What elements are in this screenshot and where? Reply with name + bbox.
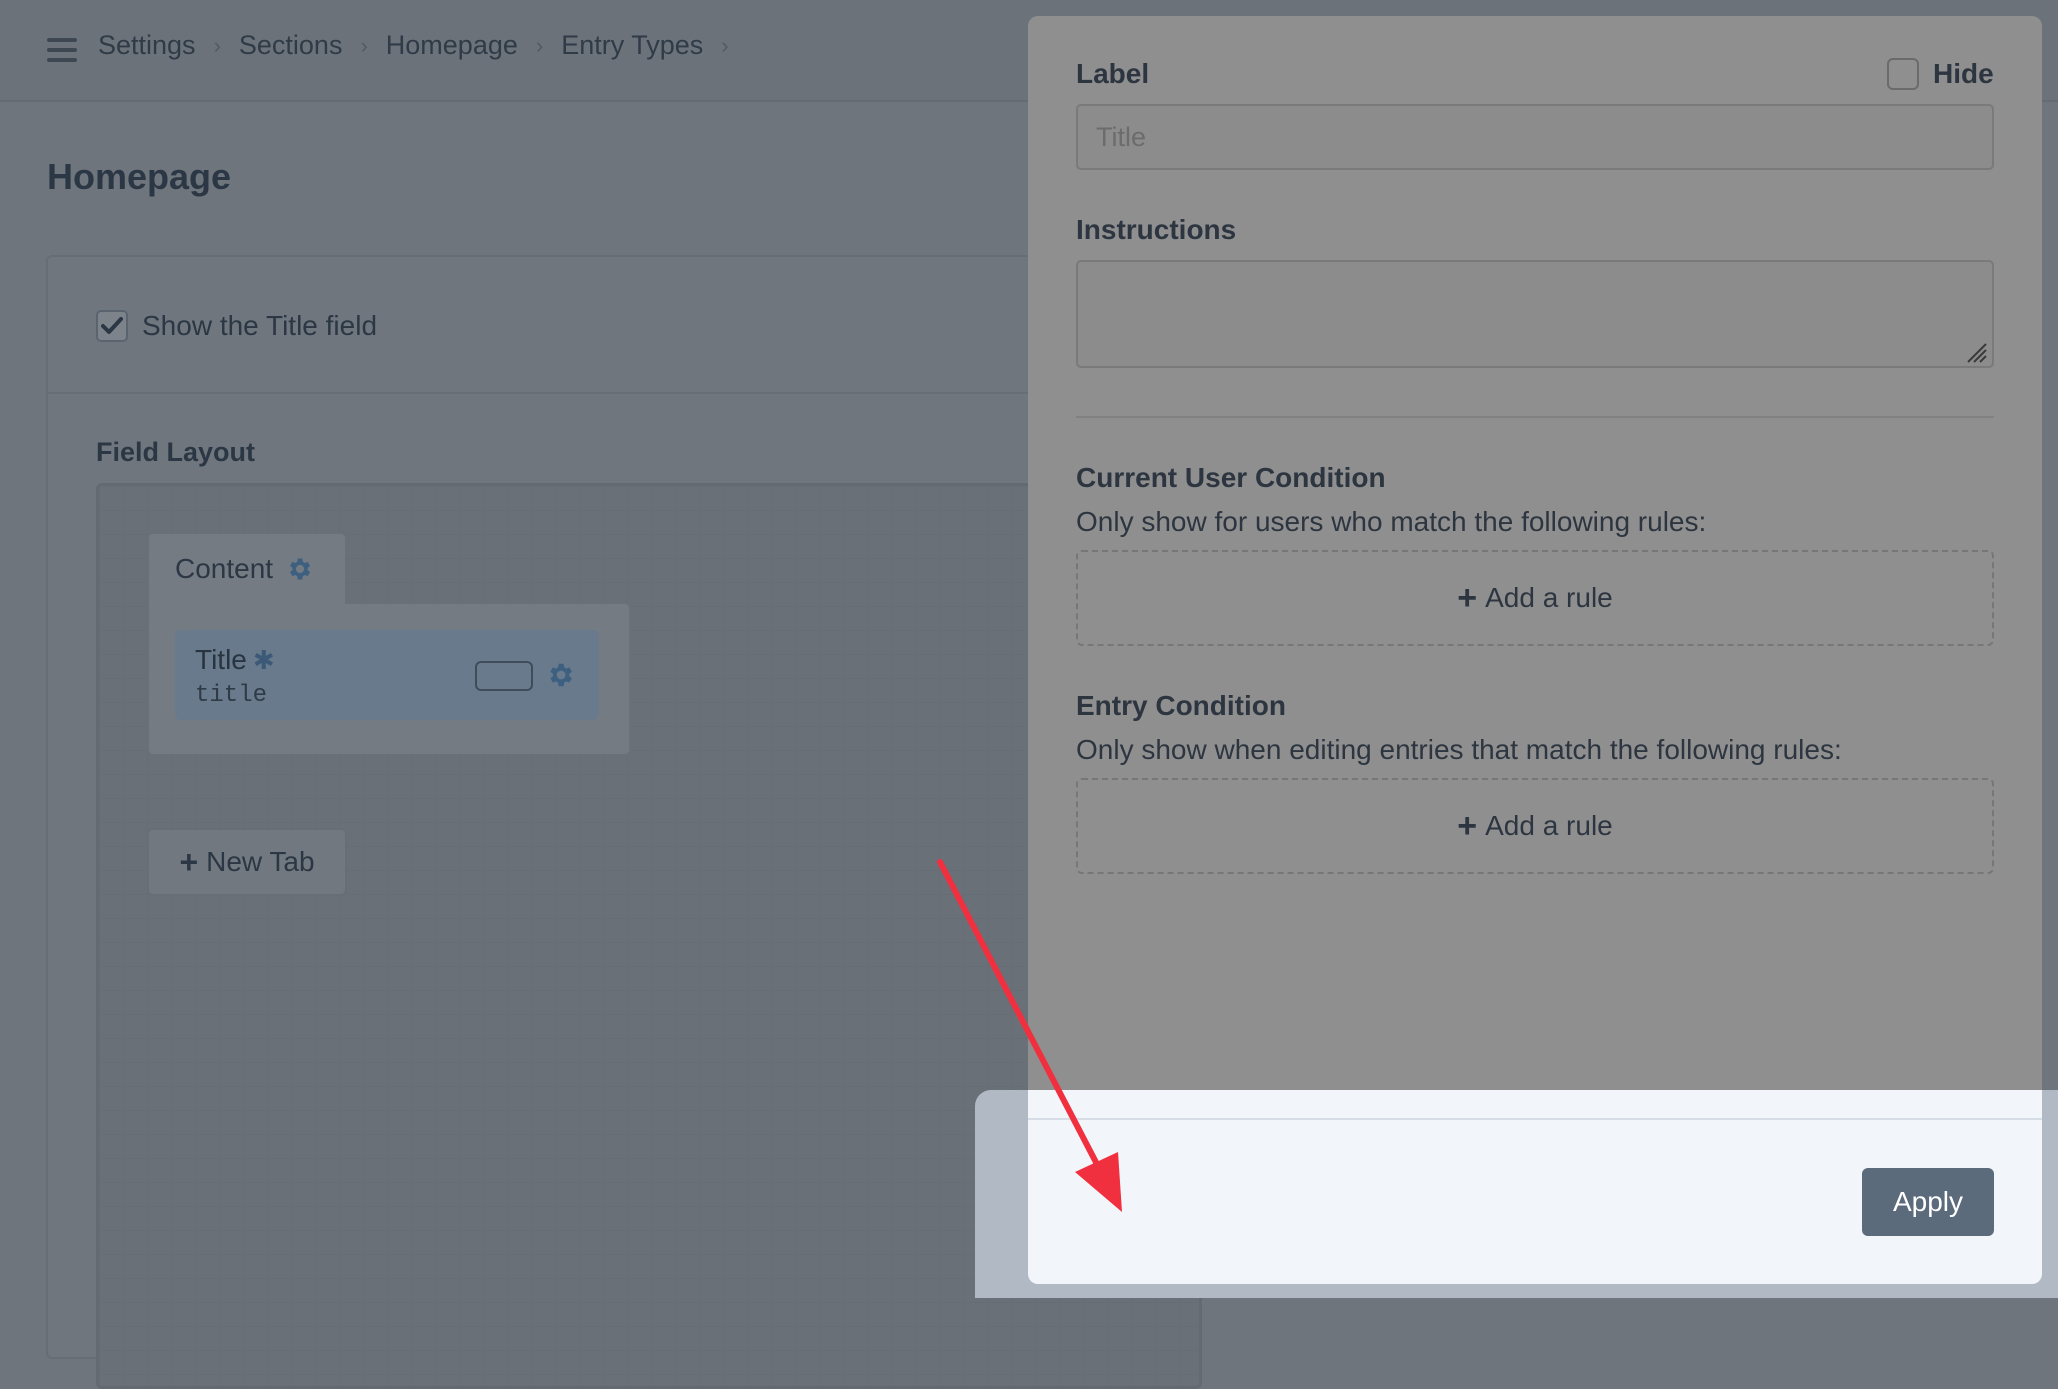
show-title-checkbox[interactable]: [96, 310, 128, 342]
slideout-footer: Apply: [1028, 1090, 2042, 1284]
hide-label-toggle[interactable]: Hide: [1887, 58, 1994, 90]
field-name: Title: [195, 644, 247, 675]
field-name-row: Title ✱: [195, 644, 275, 676]
tab-label: Content: [175, 553, 274, 584]
current-user-condition-heading: Current User Condition: [1076, 462, 1386, 493]
tab-content[interactable]: Content: [147, 532, 347, 604]
checkmark-icon: [101, 317, 123, 334]
apply-button[interactable]: Apply: [1862, 1168, 1994, 1236]
show-title-toggle[interactable]: Show the Title field: [96, 310, 377, 342]
breadcrumb-homepage[interactable]: Homepage: [386, 30, 518, 61]
divider: [1028, 1118, 2042, 1120]
add-rule-label: Add a rule: [1485, 810, 1613, 841]
breadcrumb-sections[interactable]: Sections: [239, 30, 343, 61]
breadcrumb: Settings › Sections › Homepage › Entry T…: [98, 30, 747, 61]
plus-icon: +: [1457, 578, 1478, 617]
chevron-right-icon: ›: [360, 32, 368, 58]
add-entry-rule-button[interactable]: + Add a rule: [1076, 778, 1994, 874]
plus-icon: +: [1457, 806, 1478, 845]
field-element-title[interactable]: Title ✱ title: [175, 630, 599, 720]
add-user-rule-button[interactable]: + Add a rule: [1076, 550, 1994, 646]
label-heading: Label: [1076, 58, 1150, 89]
hide-checkbox[interactable]: [1887, 58, 1919, 90]
entry-condition-heading: Entry Condition: [1076, 690, 1286, 721]
instructions-textarea[interactable]: [1076, 260, 1994, 368]
label-input[interactable]: [1076, 104, 1994, 170]
chevron-right-icon: ›: [213, 32, 221, 58]
field-width-icon[interactable]: [475, 661, 533, 691]
breadcrumb-entry-types[interactable]: Entry Types: [561, 30, 703, 61]
add-rule-label: Add a rule: [1485, 582, 1613, 613]
required-icon: ✱: [252, 645, 275, 675]
show-title-label: Show the Title field: [142, 310, 378, 341]
plus-icon: +: [179, 843, 199, 880]
hide-label: Hide: [1933, 58, 1994, 89]
gear-icon[interactable]: [285, 555, 313, 583]
current-user-condition-description: Only show for users who match the follow…: [1076, 506, 1707, 537]
new-tab-button[interactable]: + New Tab: [147, 828, 347, 896]
divider: [48, 392, 1148, 394]
chevron-right-icon: ›: [721, 32, 729, 58]
divider: [1076, 416, 1994, 418]
breadcrumb-settings[interactable]: Settings: [98, 30, 196, 61]
entry-condition-description: Only show when editing entries that matc…: [1076, 734, 1842, 765]
new-tab-label: New Tab: [206, 846, 315, 877]
gear-icon[interactable]: [545, 660, 575, 690]
page-title: Homepage: [47, 156, 232, 197]
chevron-right-icon: ›: [535, 32, 544, 58]
field-layout-heading: Field Layout: [96, 437, 256, 467]
instructions-heading: Instructions: [1076, 214, 1237, 245]
resize-grip-icon[interactable]: [1964, 340, 1988, 364]
menu-icon[interactable]: [47, 38, 77, 62]
tab-body: Title ✱ title: [147, 602, 631, 756]
field-handle: title: [195, 682, 268, 709]
